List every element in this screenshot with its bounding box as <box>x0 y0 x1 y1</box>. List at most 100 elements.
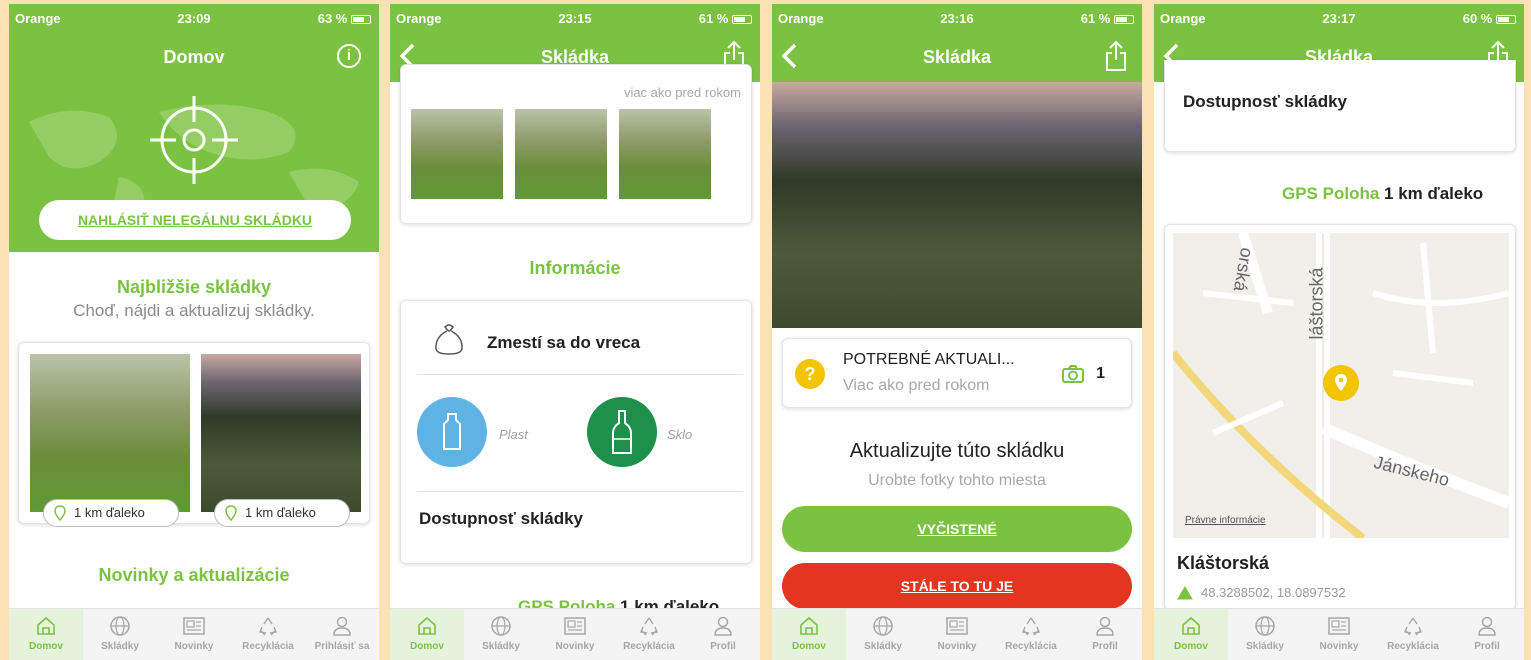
battery-level: 60 % <box>1463 11 1516 26</box>
info-icon[interactable]: i <box>337 44 361 68</box>
battery-level: 61 % <box>1081 11 1134 26</box>
photo-count: 1 <box>1096 365 1105 382</box>
access-label: Dostupnosť skládky <box>419 509 584 528</box>
tab-home[interactable]: Domov <box>390 609 464 660</box>
page-title: Skládka <box>922 47 992 67</box>
tab-recycling[interactable]: Recyklácia <box>994 609 1068 660</box>
tab-home[interactable]: Domov <box>1154 609 1228 660</box>
tab-dumps[interactable]: Skládky <box>83 609 157 660</box>
user-icon <box>714 616 732 636</box>
glass-label: Sklo <box>667 427 693 442</box>
tab-bar: Domov Skládky Novinky Recyklácia Profil <box>390 608 760 660</box>
photos-card: viac ako pred rokom <box>400 64 752 224</box>
map-legal-link[interactable]: Právne informácie <box>1185 515 1266 526</box>
tab-dumps[interactable]: Skládky <box>1228 609 1302 660</box>
tab-dumps[interactable]: Skládky <box>464 609 538 660</box>
globe-icon <box>873 616 893 636</box>
newspaper-icon <box>1328 617 1350 635</box>
tab-news[interactable]: Novinky <box>1302 609 1376 660</box>
gps-label: GPS Poloha <box>1282 184 1380 203</box>
screen-dump-detail-map: Orange 23:17 60 % Skládka Dostupnosť skl… <box>1154 4 1524 660</box>
tab-bar: Domov Skládky Novinky Recyklácia Prihlás… <box>9 608 379 660</box>
battery-icon <box>732 15 752 24</box>
nav-bar: Skládka <box>772 32 1142 82</box>
status-title: POTREBNÉ AKTUALI... <box>843 351 1015 368</box>
map-street-label: láštorská <box>1306 267 1327 340</box>
tab-dumps[interactable]: Skládky <box>846 609 920 660</box>
tab-recycling[interactable]: Recyklácia <box>1376 609 1450 660</box>
question-icon: ? <box>795 359 825 389</box>
recycle-icon <box>1022 617 1040 636</box>
gps-row: GPS Poloha 1 km ďaleko <box>1282 184 1483 204</box>
access-card: Dostupnosť skládky <box>1164 60 1516 152</box>
nearest-dumps-card: 1 km ďaleko 1 km ďaleko <box>18 342 370 527</box>
distance-badge: 1 km ďaleko <box>43 499 179 527</box>
tab-recycling[interactable]: Recyklácia <box>612 609 686 660</box>
nearest-subtitle: Choď, nájdi a aktualizuj skládky. <box>73 301 315 320</box>
distance-badge: 1 km ďaleko <box>214 499 350 527</box>
status-subtitle: Viac ako pred rokom <box>843 377 990 394</box>
dump-photo[interactable] <box>411 109 503 199</box>
globe-icon <box>491 616 511 636</box>
tab-home[interactable]: Domov <box>772 609 846 660</box>
map-location-pin[interactable] <box>1323 365 1359 401</box>
status-card: ? POTREBNÉ AKTUALI... Viac ako pred roko… <box>782 338 1132 408</box>
tab-news[interactable]: Novinky <box>157 609 231 660</box>
update-subtitle: Urobte fotky tohto miesta <box>868 472 1046 489</box>
report-dump-button[interactable]: NAHLÁSIŤ NELEGÁLNU SKLÁDKU <box>39 200 351 240</box>
battery-icon <box>1496 15 1516 24</box>
user-icon <box>333 616 351 636</box>
bottle-icon <box>443 413 461 450</box>
tab-profile[interactable]: Profil <box>1450 609 1524 660</box>
dump-hero-photo[interactable] <box>772 82 1142 328</box>
tab-news[interactable]: Novinky <box>538 609 612 660</box>
battery-icon <box>351 15 371 24</box>
tab-news[interactable]: Novinky <box>920 609 994 660</box>
camera-icon <box>1062 365 1084 383</box>
status-bar: Orange 23:17 60 % <box>1154 4 1524 32</box>
home-icon <box>800 616 818 635</box>
globe-icon <box>110 616 130 636</box>
dump-photo[interactable] <box>30 354 190 512</box>
dump-photo[interactable] <box>515 109 607 199</box>
gps-distance: 1 km ďaleko <box>1384 184 1484 203</box>
tab-profile[interactable]: Profil <box>1068 609 1142 660</box>
tab-profile[interactable]: Profil <box>686 609 760 660</box>
share-icon[interactable] <box>1104 40 1128 72</box>
bag-icon <box>435 324 463 355</box>
newspaper-icon <box>564 617 586 635</box>
cleaned-button[interactable]: VYČISTENÉ <box>782 506 1132 552</box>
nearest-title: Najbližšie skládky <box>116 277 272 297</box>
recycle-icon <box>259 617 277 636</box>
update-title: Aktualizujte túto skládku <box>849 440 1065 462</box>
tab-bar: Domov Skládky Novinky Recyklácia Profil <box>772 608 1142 660</box>
home-icon <box>1182 616 1200 635</box>
wine-bottle-icon <box>612 410 632 454</box>
status-bar: Orange 23:16 61 % <box>772 4 1142 32</box>
screen-dump-detail-update: Orange 23:16 61 % Skládka ? POTREBNÉ AKT… <box>772 4 1142 660</box>
section-title-info: Informácie <box>529 258 621 278</box>
status-bar: Orange 23:09 63 % <box>9 4 379 32</box>
location-pin-icon <box>225 505 237 521</box>
dump-photo[interactable] <box>201 354 361 512</box>
access-label: Dostupnosť skládky <box>1183 92 1348 111</box>
tab-home[interactable]: Domov <box>9 609 83 660</box>
location-pin-icon <box>1335 374 1347 391</box>
coordinates: 48.3288502, 18.0897532 <box>1201 585 1346 600</box>
divider <box>417 374 743 375</box>
battery-level: 61 % <box>699 11 752 26</box>
location-pin-icon <box>54 505 66 521</box>
tab-recycling[interactable]: Recyklácia <box>231 609 305 660</box>
tab-login[interactable]: Prihlásiť sa <box>305 609 379 660</box>
info-card: Zmestí sa do vreca Plast Sklo Dostupnosť… <box>400 300 752 564</box>
user-icon <box>1096 616 1114 636</box>
plastic-type-badge <box>417 397 487 467</box>
still-here-button[interactable]: STÁLE TO TU JE <box>782 563 1132 609</box>
address-title: Kláštorská <box>1177 553 1270 573</box>
map-view[interactable]: orská láštorská Jánskeho Právne informác… <box>1173 233 1509 538</box>
update-time: viac ako pred rokom <box>623 85 741 100</box>
recycle-icon <box>1404 617 1422 636</box>
recycle-icon <box>640 617 658 636</box>
screen-dump-detail-info: Orange 23:15 61 % Skládka viac ako pred … <box>390 4 760 660</box>
dump-photo[interactable] <box>619 109 711 199</box>
